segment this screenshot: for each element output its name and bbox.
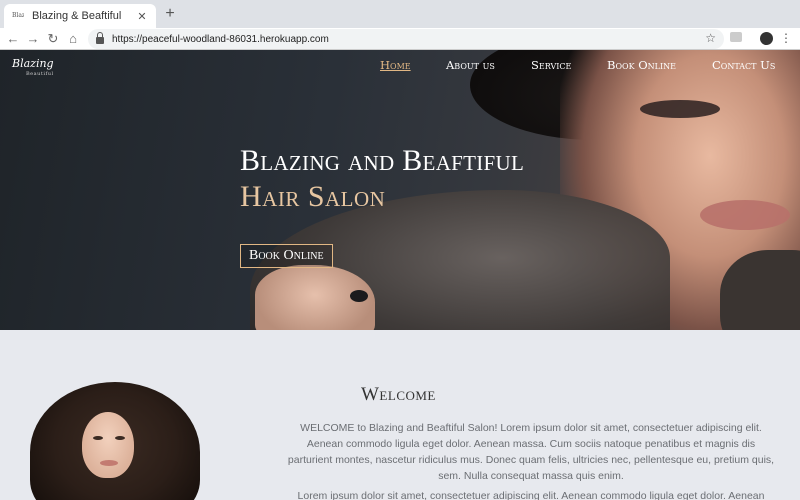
model-eye-left: [93, 436, 103, 440]
lock-icon: [96, 32, 104, 44]
tab-title: Blazing & Beaftiful: [32, 10, 122, 22]
hero-image-nail: [350, 290, 368, 302]
site-logo[interactable]: Blazing Beautiful: [12, 58, 56, 78]
hero-subtitle: Hair Salon: [240, 180, 386, 213]
url-text: https://peaceful-woodland-86031.herokuap…: [112, 33, 329, 45]
site-navbar: Blazing Beautiful Home About us Service …: [0, 50, 800, 80]
new-tab-button[interactable]: +: [162, 6, 178, 22]
book-online-button[interactable]: Book Online: [240, 244, 333, 268]
back-arrow-icon[interactable]: ←: [4, 30, 22, 48]
menu-dots-icon[interactable]: ⋮: [780, 31, 792, 45]
hero-image-eye: [640, 100, 720, 118]
reload-icon[interactable]: ↻: [44, 30, 62, 48]
favicon-icon: Blazing: [12, 12, 24, 19]
nav-home[interactable]: Home: [380, 58, 411, 72]
tab-strip: Blazing Blazing & Beaftiful ✕ +: [0, 0, 800, 28]
model-eye-right: [115, 436, 125, 440]
nav-contact-us[interactable]: Contact Us: [712, 58, 775, 72]
forward-arrow-icon[interactable]: →: [24, 30, 42, 48]
home-icon[interactable]: ⌂: [64, 30, 82, 48]
welcome-paragraph: WELCOME to Blazing and Beaftiful Salon! …: [287, 422, 775, 482]
welcome-section: Welcome WELCOME to Blazing and Beaftiful…: [0, 330, 800, 500]
nav-about-us[interactable]: About us: [446, 58, 495, 72]
logo-subtext: Beautiful: [26, 71, 54, 77]
nav-service[interactable]: Service: [531, 58, 571, 72]
close-tab-icon[interactable]: ✕: [136, 10, 148, 23]
browser-tab[interactable]: Blazing Blazing & Beaftiful ✕: [4, 4, 156, 28]
bookmark-star-icon[interactable]: ☆: [705, 31, 716, 45]
nav-book-online[interactable]: Book Online: [607, 58, 676, 72]
browser-toolbar: ← → ↻ ⌂ https://peaceful-woodland-86031.…: [0, 28, 800, 50]
hero-image-lips: [700, 200, 790, 230]
model-face: [82, 412, 134, 478]
address-bar[interactable]: https://peaceful-woodland-86031.herokuap…: [88, 29, 724, 49]
model-image: [30, 382, 210, 500]
profile-avatar-icon[interactable]: [760, 32, 773, 45]
hero-section: Blazing Beautiful Home About us Service …: [0, 50, 800, 330]
hero-title: Blazing and Beaftiful: [240, 144, 525, 177]
welcome-heading: Welcome: [361, 384, 436, 405]
model-lips: [100, 460, 118, 466]
web-page: Blazing Beautiful Home About us Service …: [0, 50, 800, 500]
cast-icon[interactable]: [730, 32, 742, 42]
welcome-paragraph-2: Lorem ipsum dolor sit amet, consectetuer…: [297, 490, 765, 500]
